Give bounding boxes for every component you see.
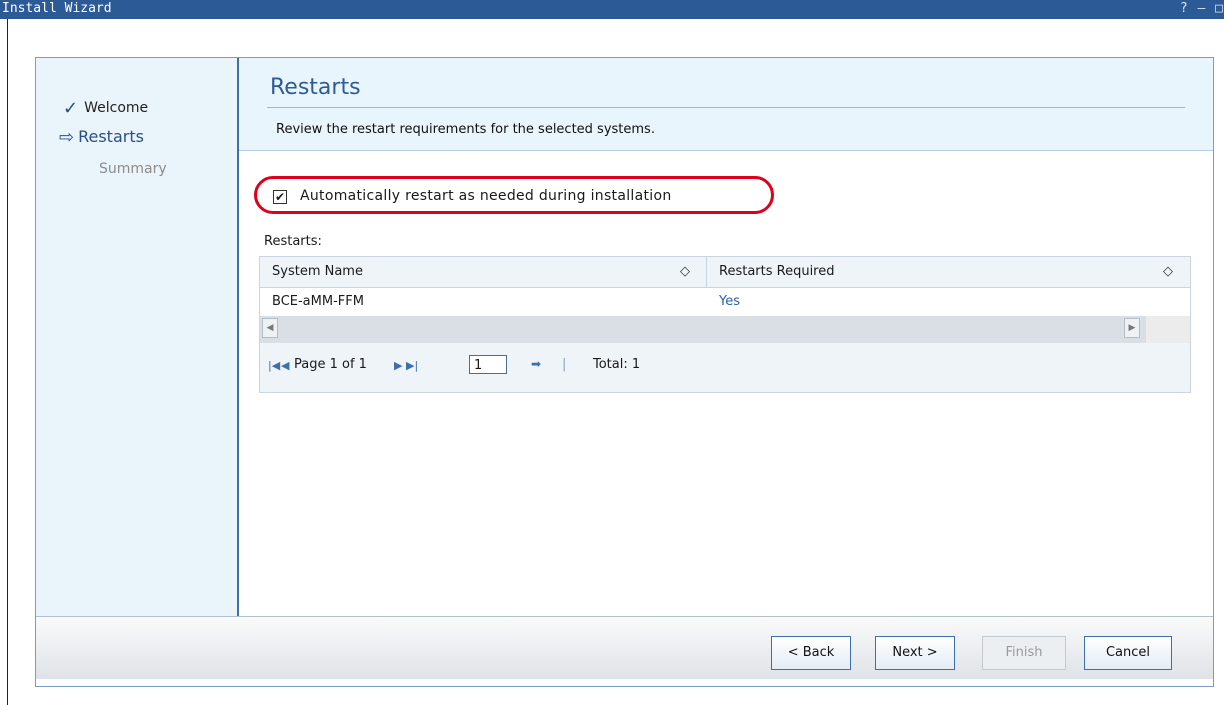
pagination-bar: |◀ ◀ Page 1 of 1 ▶ ▶| 1 ➡ | Total: 1 (260, 343, 1190, 392)
total-count: Total: 1 (593, 357, 641, 372)
scroll-right-button[interactable]: ▶ (1124, 318, 1140, 338)
auto-restart-checkbox[interactable]: ✔ (273, 190, 287, 204)
window-controls[interactable]: ? – □ (1180, 1, 1224, 16)
page-header: Restarts Review the restart requirements… (239, 58, 1213, 151)
arrow-right-icon: ⇨ (59, 127, 75, 148)
column-system-name[interactable]: System Name ◇ (260, 257, 707, 287)
page-description: Review the restart requirements for the … (276, 122, 655, 137)
step-summary-label: Summary (99, 161, 167, 177)
next-button[interactable]: Next > (875, 636, 955, 670)
step-welcome-label: Welcome (84, 100, 149, 116)
check-icon: ✓ (63, 98, 79, 119)
window-title: Install Wizard (2, 1, 112, 16)
finish-button[interactable]: Finish (982, 636, 1066, 670)
go-to-page-icon[interactable]: ➡ (531, 357, 541, 371)
cell-system-name: BCE-aMM-FFM (272, 294, 364, 309)
back-button[interactable]: < Back (771, 636, 851, 670)
auto-restart-label[interactable]: Automatically restart as needed during i… (300, 188, 672, 204)
first-page-icon[interactable]: |◀ (268, 359, 280, 372)
scroll-left-button[interactable]: ◀ (262, 318, 278, 338)
scrollbar-corner (1146, 316, 1190, 343)
last-page-icon[interactable]: ▶| (406, 359, 418, 372)
column-header-label: System Name (272, 264, 363, 279)
table-header: System Name ◇ Restarts Required ◇ (260, 257, 1190, 288)
title-bar: Install Wizard ? – □ (0, 0, 1224, 19)
previous-page-icon[interactable]: ◀ (281, 359, 289, 372)
step-restarts: ⇨ Restarts (59, 126, 144, 148)
horizontal-scrollbar[interactable]: ◀ ▶ (260, 316, 1190, 343)
window-border (7, 19, 8, 705)
wizard-dialog: ✓ Welcome ⇨ Restarts Summary Restarts Revi… (35, 57, 1214, 687)
restarts-table: System Name ◇ Restarts Required ◇ BCE-aM… (259, 256, 1191, 393)
table-row[interactable]: BCE-aMM-FFM Yes (260, 288, 1190, 316)
sort-icon[interactable]: ◇ (680, 257, 690, 287)
step-summary: Summary (99, 161, 167, 177)
step-restarts-label: Restarts (78, 127, 144, 146)
page-title: Restarts (270, 75, 361, 100)
pager-separator: | (562, 357, 567, 372)
page-number-input[interactable]: 1 (469, 355, 507, 374)
cancel-button[interactable]: Cancel (1084, 636, 1172, 670)
wizard-steps-nav: ✓ Welcome ⇨ Restarts Summary (36, 58, 237, 616)
cell-restarts-required: Yes (719, 294, 740, 309)
page-indicator: Page 1 of 1 (294, 357, 367, 372)
next-page-icon[interactable]: ▶ (394, 359, 402, 372)
sort-icon[interactable]: ◇ (1163, 257, 1173, 287)
button-bar: < Back Next > Finish Cancel (36, 616, 1213, 679)
step-welcome: ✓ Welcome (63, 96, 149, 119)
main-content: ✔ Automatically restart as needed during… (239, 151, 1213, 616)
header-divider (267, 107, 1185, 108)
column-restarts-required[interactable]: Restarts Required ◇ (707, 257, 1190, 287)
restarts-table-label: Restarts: (264, 234, 322, 249)
column-header-label: Restarts Required (719, 264, 835, 279)
